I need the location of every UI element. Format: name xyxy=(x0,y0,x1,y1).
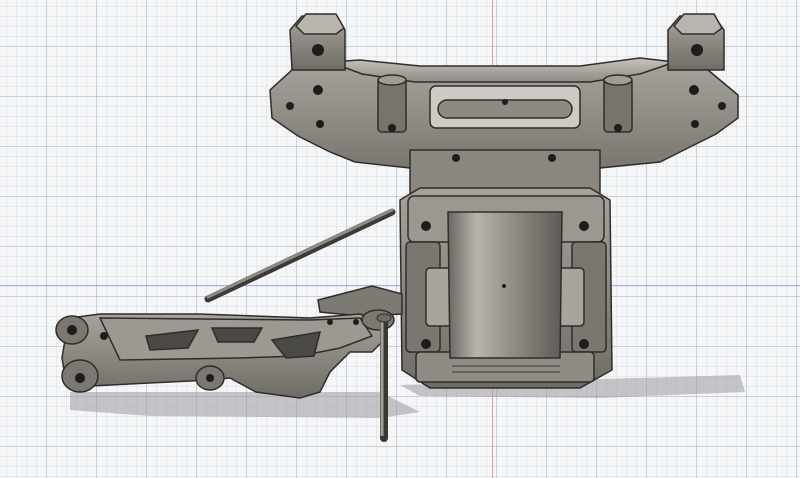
3d-viewport-canvas[interactable] xyxy=(0,0,800,478)
suspension-arm[interactable] xyxy=(55,309,395,399)
arm-mount-bracket[interactable] xyxy=(317,285,403,317)
turnbuckle-rod[interactable] xyxy=(204,208,396,303)
shock-tower[interactable] xyxy=(269,13,739,199)
cad-model[interactable] xyxy=(0,0,800,478)
